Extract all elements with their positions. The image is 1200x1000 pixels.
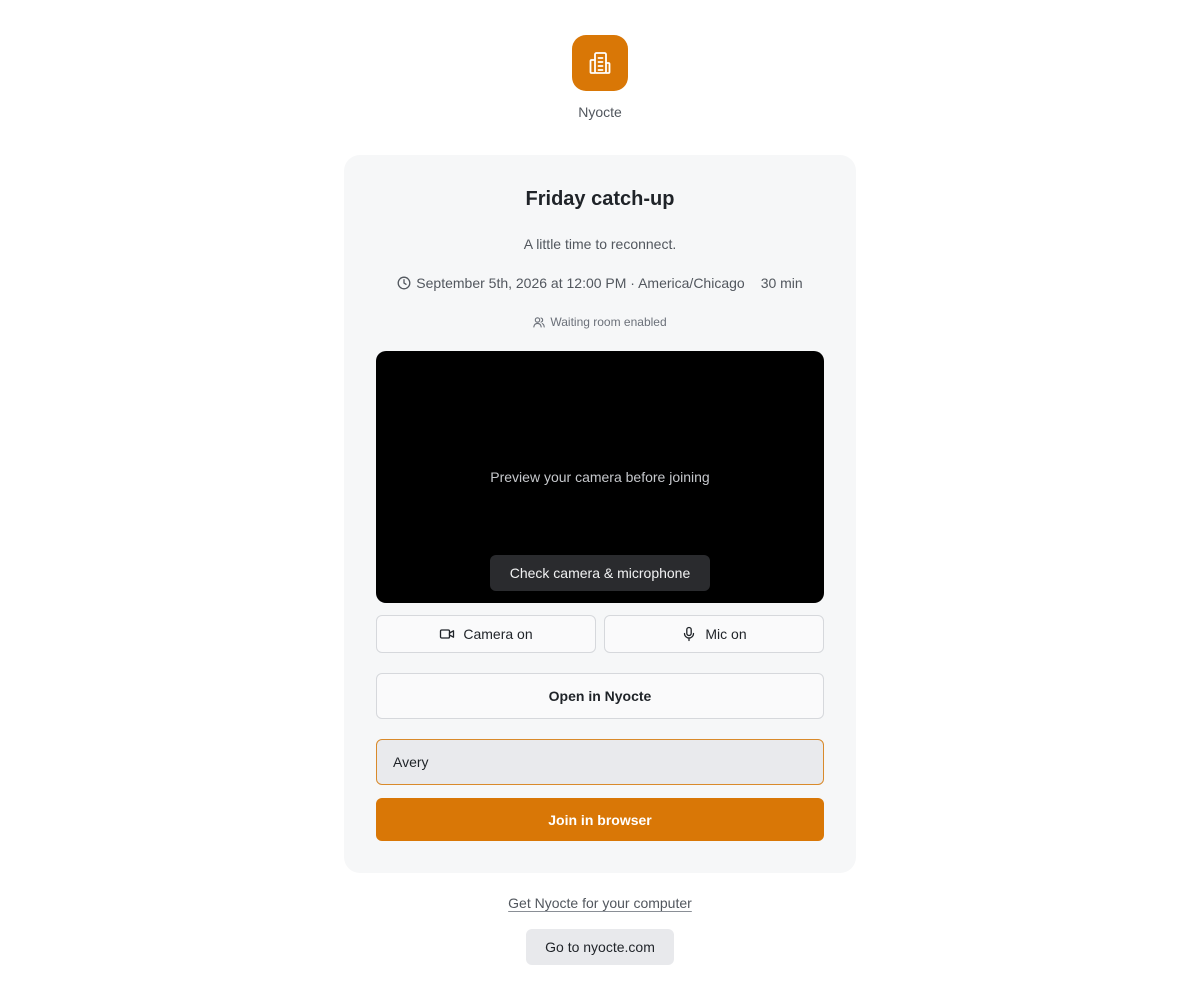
- video-camera-icon: [439, 626, 455, 642]
- meeting-card: Friday catch-up A little time to reconne…: [344, 155, 856, 873]
- brand-name: Nyocte: [578, 104, 622, 120]
- download-app-link-row: Get Nyocte for your computer: [0, 895, 1200, 911]
- check-camera-microphone-button[interactable]: Check camera & microphone: [490, 555, 710, 591]
- meeting-description: A little time to reconnect.: [523, 236, 677, 252]
- go-to-website-button[interactable]: Go to nyocte.com: [526, 929, 674, 965]
- clock-icon: [397, 276, 411, 290]
- camera-toggle-label: Camera on: [463, 626, 533, 642]
- brand-logo: [572, 35, 628, 91]
- join-in-browser-button[interactable]: Join in browser: [376, 798, 824, 841]
- meeting-schedule: September 5th, 2026 at 12:00 PM · Americ…: [344, 275, 856, 291]
- meeting-duration: 30 min: [760, 275, 803, 291]
- building-icon: [586, 49, 614, 77]
- download-app-link[interactable]: Get Nyocte for your computer: [508, 895, 692, 911]
- join-page: Nyocte Friday catch-up A little time to …: [0, 0, 1200, 1000]
- mic-toggle-button[interactable]: Mic on: [604, 615, 824, 653]
- preview-message: Preview your camera before joining: [490, 469, 710, 485]
- waiting-room-label: Waiting room enabled: [550, 315, 667, 329]
- display-name-input[interactable]: [376, 739, 824, 785]
- meeting-datetime: September 5th, 2026 at 12:00 PM · Americ…: [416, 275, 745, 291]
- camera-toggle-button[interactable]: Camera on: [376, 615, 596, 653]
- users-icon: [533, 316, 546, 328]
- microphone-icon: [681, 626, 697, 642]
- meeting-title: Friday catch-up: [525, 188, 675, 210]
- waiting-room-notice: Waiting room enabled: [344, 315, 856, 329]
- open-in-app-button[interactable]: Open in Nyocte: [376, 673, 824, 719]
- mic-toggle-label: Mic on: [705, 626, 747, 642]
- camera-preview: Preview your camera before joining Check…: [376, 351, 824, 603]
